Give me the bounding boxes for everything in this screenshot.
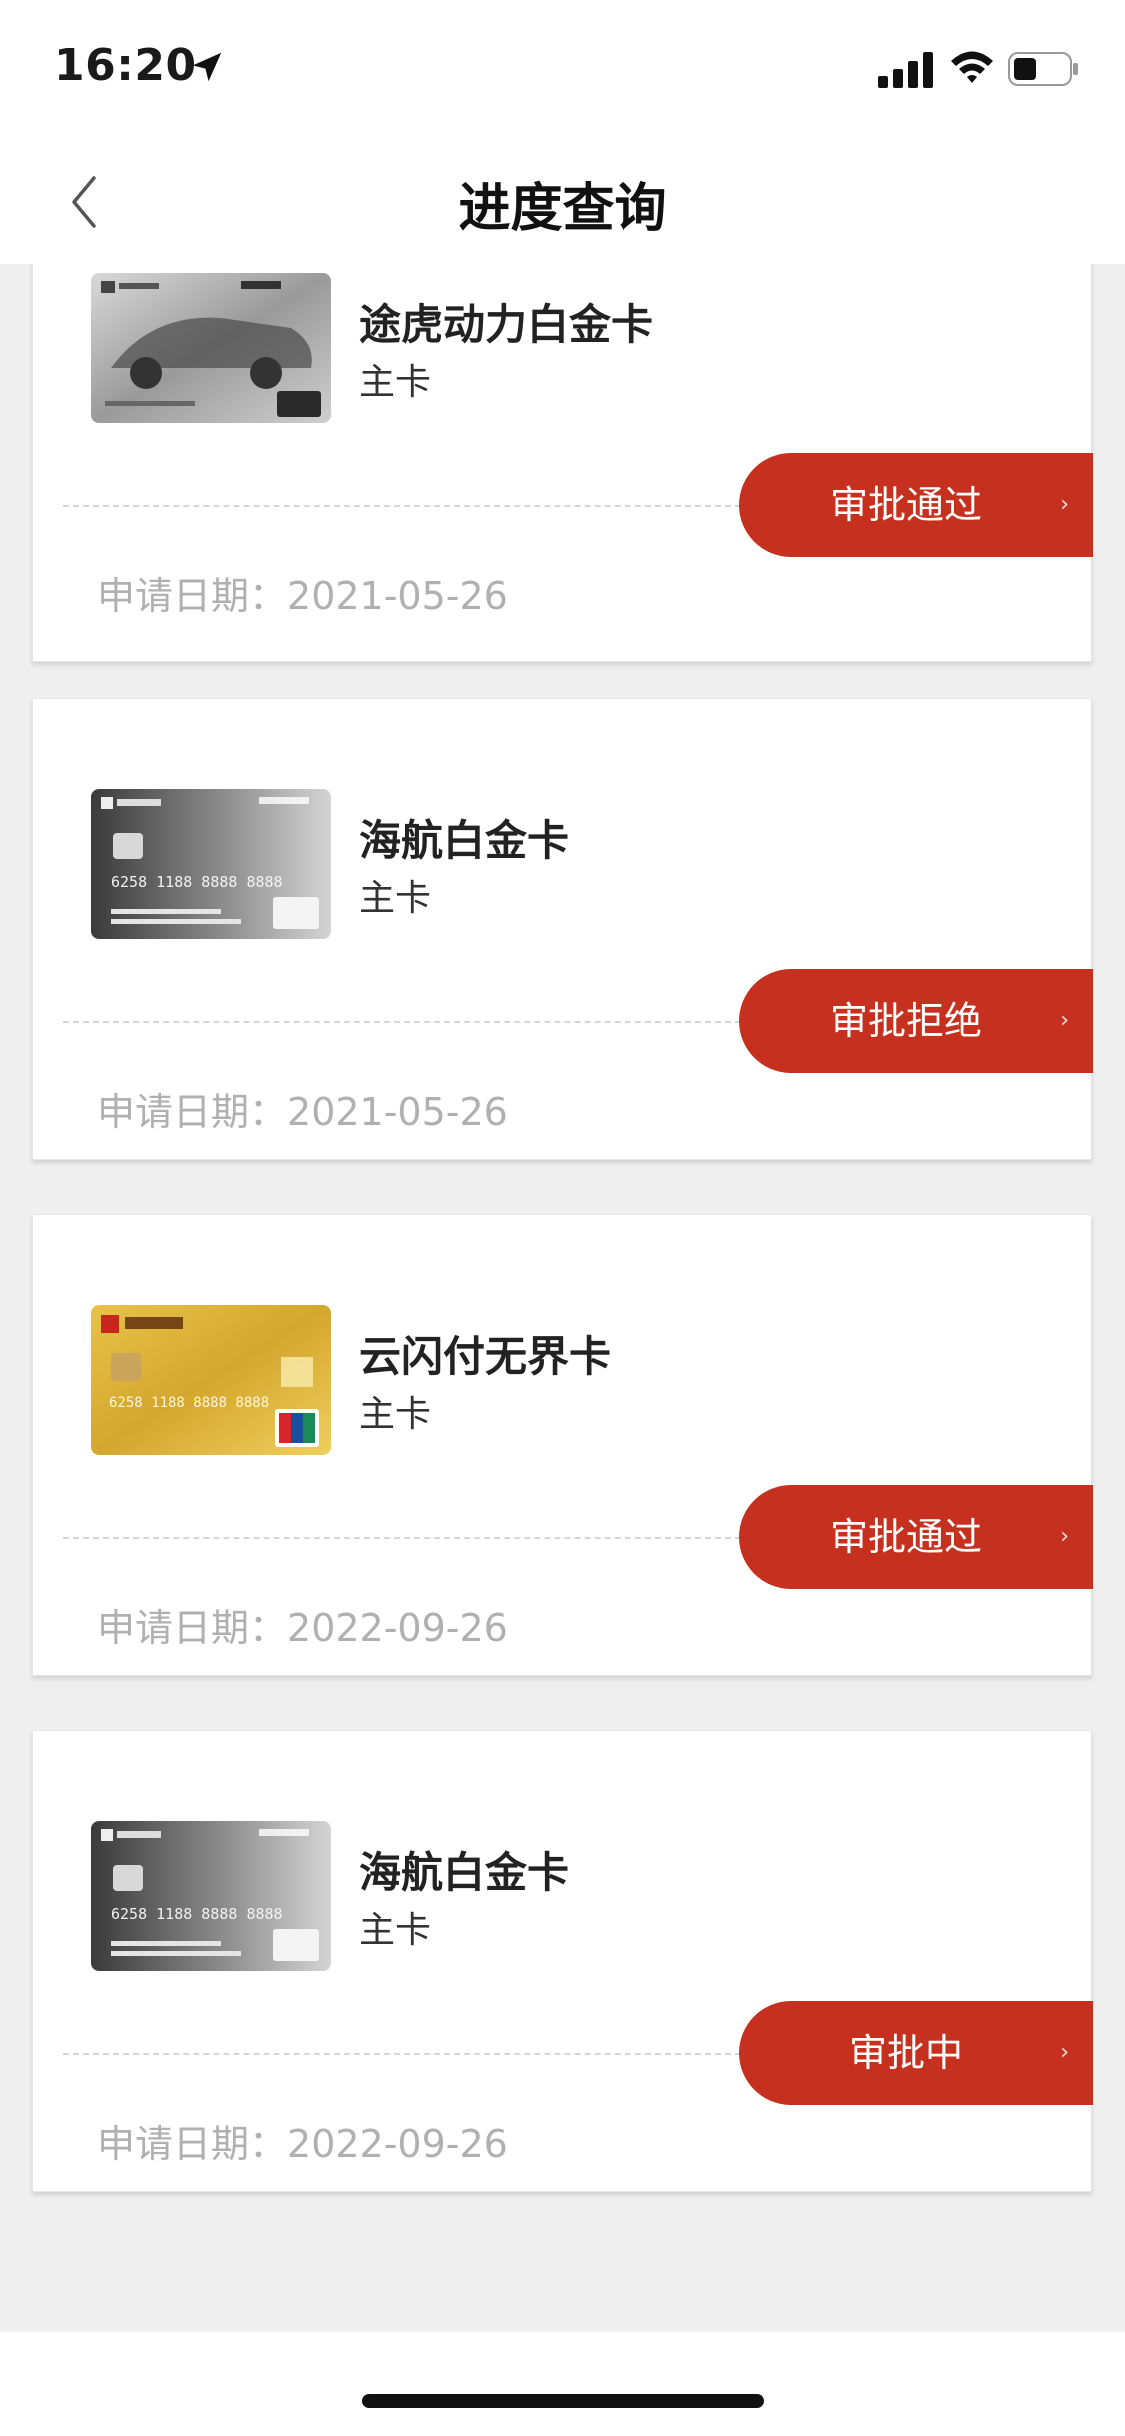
card-name: 云闪付无界卡	[359, 1332, 612, 1381]
apply-date-label: 申请日期：	[97, 1090, 288, 1134]
wifi-icon	[951, 51, 993, 83]
apply-date: 申请日期：2021-05-26	[97, 1081, 508, 1136]
apply-date: 申请日期：2022-09-26	[97, 1597, 508, 1652]
battery-icon	[1008, 52, 1078, 86]
card-name: 途虎动力白金卡	[359, 300, 654, 349]
card-type: 主卡	[359, 362, 432, 403]
status-button[interactable]: 审批通过 ›	[739, 1485, 1093, 1589]
cellular-signal-icon	[878, 52, 933, 88]
dashed-divider	[63, 1021, 741, 1023]
status-button[interactable]: 审批中 ›	[739, 2001, 1093, 2105]
svg-text:6258 1188 8888 8888: 6258 1188 8888 8888	[109, 1395, 269, 1411]
card-image: 6258 1188 8888 8888	[91, 1305, 331, 1455]
apply-date: 申请日期：2021-05-26	[97, 565, 508, 620]
chevron-right-icon: ›	[1060, 1008, 1069, 1033]
chevron-right-icon: ›	[1060, 492, 1069, 517]
chevron-right-icon: ›	[1060, 2040, 1069, 2065]
nav-bar: 进度查询	[0, 132, 1125, 264]
dashed-divider	[63, 505, 741, 507]
status-label: 审批通过	[829, 483, 982, 527]
application-card[interactable]: 途虎动力白金卡 主卡 审批通过 › 申请日期：2021-05-26	[32, 200, 1093, 662]
apply-date-label: 申请日期：	[97, 1606, 288, 1650]
silver-card-art	[91, 273, 331, 423]
dark-card-art: 6258 1188 8888 8888	[91, 789, 331, 939]
svg-text:6258 1188 8888 8888: 6258 1188 8888 8888	[111, 1905, 283, 1923]
page-title: 进度查询	[458, 179, 667, 239]
dashed-divider	[63, 2053, 741, 2055]
card-image: 6258 1188 8888 8888	[91, 1821, 331, 1971]
card-type: 主卡	[359, 1394, 432, 1435]
apply-date-value: 2022-09-26	[287, 1606, 508, 1650]
status-time: 16:20	[54, 40, 197, 91]
card-image	[91, 273, 331, 423]
status-label: 审批拒绝	[829, 999, 982, 1043]
gold-card-art: 6258 1188 8888 8888	[91, 1305, 331, 1455]
status-bar: 16:20	[0, 0, 1125, 132]
apply-date-label: 申请日期：	[97, 2122, 288, 2166]
bottom-bar	[0, 2332, 1125, 2436]
application-card[interactable]: 6258 1188 8888 8888 海航白金卡 主卡 审批拒绝 › 申请日期…	[32, 698, 1093, 1160]
status-button[interactable]: 审批通过 ›	[739, 453, 1093, 557]
status-label: 审批通过	[829, 1515, 982, 1559]
dark-card-art: 6258 1188 8888 8888	[91, 1821, 331, 1971]
status-label: 审批中	[848, 2031, 963, 2075]
apply-date-value: 2021-05-26	[287, 1090, 508, 1134]
card-type: 主卡	[359, 1910, 432, 1951]
card-image: 6258 1188 8888 8888	[91, 789, 331, 939]
card-type: 主卡	[359, 878, 432, 919]
application-card[interactable]: 6258 1188 8888 8888 云闪付无界卡 主卡 审批通过 › 申请日…	[32, 1214, 1093, 1676]
status-button[interactable]: 审批拒绝 ›	[739, 969, 1093, 1073]
location-arrow-icon	[192, 52, 222, 82]
card-name: 海航白金卡	[359, 816, 570, 865]
apply-date-value: 2021-05-26	[287, 574, 508, 618]
home-indicator[interactable]	[362, 2394, 764, 2408]
dashed-divider	[63, 1537, 741, 1539]
apply-date-label: 申请日期：	[97, 574, 288, 618]
apply-date: 申请日期：2022-09-26	[97, 2113, 508, 2168]
apply-date-value: 2022-09-26	[287, 2122, 508, 2166]
card-name: 海航白金卡	[359, 1848, 570, 1897]
application-card[interactable]: 6258 1188 8888 8888 海航白金卡 主卡 审批中 › 申请日期：…	[32, 1730, 1093, 2192]
chevron-right-icon: ›	[1060, 1524, 1069, 1549]
svg-text:6258 1188 8888 8888: 6258 1188 8888 8888	[111, 873, 283, 891]
